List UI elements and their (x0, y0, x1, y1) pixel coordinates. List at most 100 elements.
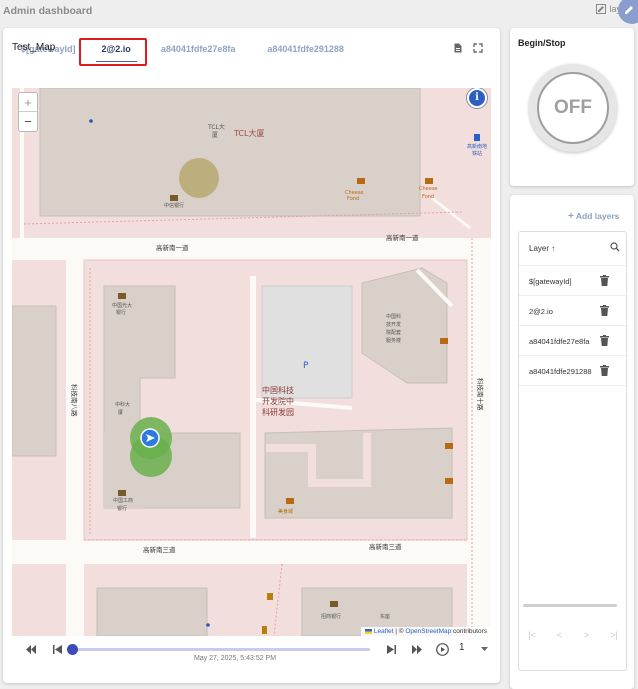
svg-text:Fond: Fond (422, 194, 434, 200)
first-page-button[interactable]: |< (523, 630, 541, 644)
layer-name: $[gatewayId] (529, 277, 572, 286)
svg-text:高新南三道: 高新南三道 (369, 542, 402, 551)
begin-stop-card: Begin/Stop OFF (510, 28, 634, 186)
svg-text:开发院中: 开发院中 (262, 396, 294, 406)
play-icon[interactable] (436, 643, 449, 656)
east-building (264, 427, 453, 519)
tcl-building (39, 88, 421, 217)
delete-icon[interactable] (600, 335, 609, 346)
search-icon[interactable] (610, 242, 620, 252)
add-layers-label: Add layers (575, 211, 620, 221)
svg-text:TCL大厦: TCL大厦 (233, 128, 264, 138)
svg-text:P: P (303, 361, 309, 371)
begin-stop-toggle[interactable]: OFF (529, 64, 617, 152)
edit-fab[interactable] (618, 0, 638, 24)
svg-text:厦: 厦 (212, 132, 218, 139)
svg-text:银行: 银行 (117, 505, 127, 512)
last-page-button[interactable]: >| (605, 630, 623, 644)
svg-text:东座: 东座 (380, 613, 390, 620)
svg-text:科研发园: 科研发园 (262, 407, 294, 417)
layer-tabs: $[gatewayId] 2@2.io a84041fdfe27e8fa a84… (11, 40, 354, 64)
layer-row: $[gatewayId] (519, 266, 628, 296)
svg-text:高新南一道: 高新南一道 (386, 233, 419, 242)
skip-to-end-icon[interactable] (387, 645, 396, 654)
layer-row: a84041fdfe27e8fa (519, 326, 628, 356)
next-page-button[interactable]: > (578, 630, 596, 644)
skip-to-start-icon[interactable] (53, 645, 62, 654)
ukraine-flag-icon (364, 628, 372, 634)
app-title: Admin dashboard (3, 5, 93, 17)
delete-icon[interactable] (600, 305, 609, 316)
zoom-in-button[interactable]: + (19, 93, 37, 112)
rewind-icon[interactable] (26, 645, 36, 654)
svg-text:TCL大: TCL大 (207, 123, 225, 131)
path-vertical (250, 276, 256, 538)
fast-forward-icon[interactable] (412, 645, 422, 654)
layers-table: Layer ↑ $[gatewayId] 2@2.io a84041fdfe27… (518, 231, 628, 671)
svg-text:招商银行: 招商银行 (321, 613, 341, 620)
pagination: |< < > >| (523, 630, 623, 644)
fullscreen-icon[interactable] (473, 43, 483, 53)
delete-icon[interactable] (600, 275, 609, 286)
layer-column-header[interactable]: Layer ↑ (529, 244, 555, 253)
zoom-out-button[interactable]: − (19, 112, 37, 131)
svg-text:院配套: 院配套 (386, 329, 401, 336)
map-tools (453, 43, 483, 53)
playback-speed-value[interactable]: 1 (459, 642, 465, 653)
add-layers-button[interactable]: + Add layers (568, 211, 619, 222)
begin-stop-title: Begin/Stop (518, 38, 566, 48)
layer-column-label: Layer (529, 244, 550, 253)
map-attribution: Leaflet | © OpenStreetMap contributors (360, 627, 491, 636)
svg-text:Fond: Fond (347, 196, 359, 202)
toggle-face: OFF (537, 72, 609, 144)
map-title: Test_Map (12, 42, 56, 53)
osm-link[interactable]: OpenStreetMap (405, 628, 451, 635)
sort-arrow-up-icon: ↑ (551, 244, 556, 253)
attribution-suffix: contributors (451, 628, 487, 635)
road-left (66, 238, 84, 636)
timeline-slider[interactable] (70, 648, 370, 651)
svg-text:铁站: 铁站 (472, 150, 482, 157)
parking-area (261, 285, 353, 399)
svg-text:中国工商: 中国工商 (113, 497, 133, 504)
info-icon: i (475, 92, 479, 103)
svg-text:厦: 厦 (118, 410, 123, 416)
svg-text:中国光大: 中国光大 (112, 302, 132, 309)
layer-row: 2@2.io (519, 296, 628, 326)
layer-name: a84041fdfe291288 (529, 367, 592, 376)
timeline-slider-thumb[interactable] (67, 644, 78, 655)
svg-text:美食城: 美食城 (278, 508, 293, 515)
svg-text:中信银行: 中信银行 (164, 202, 184, 209)
svg-text:高新南地: 高新南地 (467, 143, 487, 150)
svg-text:科技南八路: 科技南八路 (70, 384, 79, 417)
map-tiles: TCL大 厦 TCL大厦 中信银行 Cheese Fond Cheese Fon… (12, 88, 491, 636)
svg-text:中国科: 中国科 (386, 313, 401, 320)
attribution-separator: | © (393, 628, 406, 635)
export-pdf-icon[interactable] (453, 43, 463, 53)
svg-text:中国科技: 中国科技 (262, 385, 294, 395)
zoom-control: + − (18, 92, 38, 132)
top-bar: Admin dashboard layo (0, 0, 638, 24)
road-right (467, 238, 491, 636)
layers-table-header: Layer ↑ (519, 232, 628, 266)
plus-icon: + (568, 211, 574, 222)
svg-text:技开发: 技开发 (386, 321, 401, 328)
map-view[interactable]: TCL大 厦 TCL大厦 中信银行 Cheese Fond Cheese Fon… (12, 88, 491, 636)
speed-dropdown-icon[interactable] (481, 647, 488, 652)
svg-text:科技南十路: 科技南十路 (476, 378, 485, 411)
horizontal-scrollbar[interactable] (523, 604, 617, 607)
layers-card: + Add layers Layer ↑ $[gatewayId] 2@2.io… (510, 195, 634, 689)
map-info-button[interactable]: i (467, 88, 487, 108)
selected-tab-highlight (79, 38, 147, 66)
layer-name: a84041fdfe27e8fa (529, 337, 590, 346)
svg-text:Cheese: Cheese (419, 186, 438, 192)
accuracy-circle-olive (179, 158, 219, 198)
svg-text:服务楼: 服务楼 (386, 337, 401, 344)
tab-a84041fdfe27e8fa[interactable]: a84041fdfe27e8fa (151, 40, 246, 64)
tab-a84041fdfe291288[interactable]: a84041fdfe291288 (257, 40, 354, 64)
svg-text:中科大: 中科大 (115, 401, 130, 408)
leaflet-link[interactable]: Leaflet (374, 628, 394, 635)
layer-name: 2@2.io (529, 307, 553, 316)
delete-icon[interactable] (600, 365, 609, 376)
prev-page-button[interactable]: < (550, 630, 568, 644)
